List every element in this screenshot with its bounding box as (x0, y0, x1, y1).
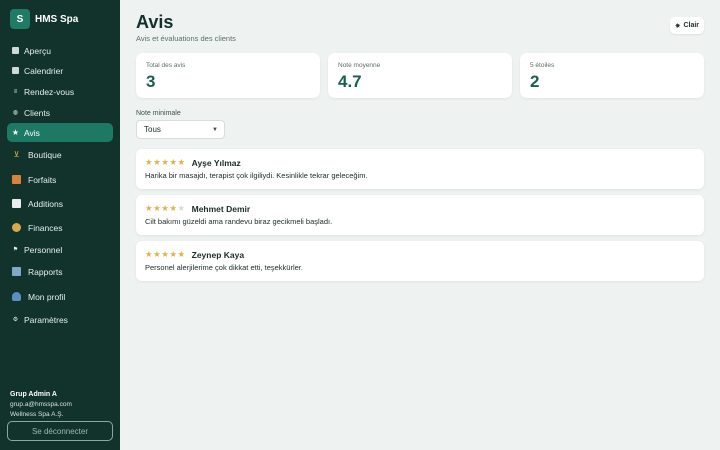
user-info: Grup Admin A grup.a@hmsspa.com Wellness … (10, 390, 72, 419)
sidebar-item-calendrier[interactable]: Calendrier (7, 61, 113, 80)
sidebar-item-label: Mon profil (28, 291, 66, 302)
min-rating-value: Tous (144, 125, 161, 134)
sidebar-item-avis[interactable]: ★ Avis (7, 123, 113, 142)
stat-value: 4.7 (338, 72, 362, 91)
review-author: Mehmet Demir (191, 203, 251, 214)
sidebar-item-additions[interactable]: Additions (7, 194, 113, 213)
review-text: Harika bir masajdı, terapist çok ilgiliy… (145, 171, 368, 180)
appointments-icon: ≡ (13, 88, 18, 95)
star-filled-icon: ★ (169, 249, 178, 259)
sidebar-item-label: Rapports (28, 266, 63, 277)
review-card: ★★★★★ Zeynep Kaya Personel alerjilerime … (136, 241, 704, 281)
sidebar-item-apercu[interactable]: Aperçu (7, 41, 113, 60)
user-email: grup.a@hmsspa.com (10, 401, 72, 409)
sidebar-item-parametres[interactable]: ⚙ Paramètres (7, 310, 113, 329)
sidebar-item-clients[interactable]: ◍ Clients (7, 103, 113, 122)
cart-icon: ⊻ (13, 149, 20, 159)
clients-icon: ◍ (12, 109, 19, 116)
sidebar-item-label: Rendez-vous (24, 86, 75, 97)
sidebar-item-personnel[interactable]: ⚑ Personnel (7, 240, 113, 259)
stat-label: 5 étoiles (530, 62, 555, 69)
stat-card-five-stars: 5 étoiles 2 (520, 53, 704, 98)
sidebar-item-label: Personnel (24, 244, 63, 255)
overview-icon (12, 47, 19, 54)
package-icon (12, 175, 21, 184)
theme-label: Clair (683, 22, 699, 29)
sidebar-item-finances[interactable]: Finances (7, 218, 113, 237)
review-card: ★★★★★ Mehmet Demir Cilt bakımı güzeldi a… (136, 195, 704, 235)
stat-value: 3 (146, 72, 156, 91)
sidebar-item-label: Boutique (28, 149, 62, 160)
review-text: Cilt bakımı güzeldi ama randevu biraz ge… (145, 217, 333, 226)
brand-logo: S (10, 9, 30, 29)
calendar-icon (12, 67, 19, 74)
brand-name: HMS Spa (35, 13, 79, 25)
sidebar-item-label: Finances (28, 222, 63, 233)
sidebar-item-rendez-vous[interactable]: ≡ Rendez-vous (7, 82, 113, 101)
sidebar-item-label: Additions (28, 198, 63, 209)
min-rating-select[interactable]: Tous ▼ (136, 120, 225, 139)
review-card: ★★★★★ Ayşe Yılmaz Harika bir masajdı, te… (136, 149, 704, 189)
sidebar-item-mon-profil[interactable]: Mon profil (7, 287, 113, 306)
gear-icon: ⚙ (12, 316, 19, 323)
sidebar-item-forfaits[interactable]: Forfaits (7, 170, 113, 189)
main-content: Avis Avis et évaluations des clients ✷ C… (120, 0, 720, 450)
star-filled-icon: ★ (145, 203, 154, 213)
min-rating-label: Note minimale (136, 110, 181, 117)
page-subtitle: Avis et évaluations des clients (136, 34, 236, 43)
review-author: Ayşe Yılmaz (191, 157, 241, 168)
stat-card-average-rating: Note moyenne 4.7 (328, 53, 512, 98)
star-filled-icon: ★ (145, 157, 154, 167)
sidebar-item-label: Clients (24, 107, 50, 118)
sidebar: S HMS Spa Aperçu Calendrier ≡ Rendez-vou… (0, 0, 120, 450)
user-icon (12, 292, 21, 301)
rating-stars: ★★★★★ (145, 203, 186, 214)
star-filled-icon: ★ (177, 157, 186, 167)
star-filled-icon: ★ (169, 203, 178, 213)
review-text: Personel alerjilerime çok dikkat etti, t… (145, 263, 303, 272)
brand[interactable]: S HMS Spa (10, 9, 78, 29)
sidebar-item-rapports[interactable]: Rapports (7, 262, 113, 281)
star-filled-icon: ★ (177, 249, 186, 259)
sun-icon: ✷ (674, 22, 681, 30)
money-bag-icon (12, 223, 21, 232)
user-name: Grup Admin A (10, 391, 57, 398)
sidebar-item-label: Aperçu (24, 45, 51, 56)
page-title: Avis (136, 12, 174, 32)
rating-stars: ★★★★★ (145, 157, 186, 168)
theme-toggle-button[interactable]: ✷ Clair (670, 17, 704, 34)
stat-value: 2 (530, 72, 540, 91)
stat-card-total-reviews: Total des avis 3 (136, 53, 320, 98)
stat-label: Total des avis (146, 62, 186, 69)
star-empty-icon: ★ (177, 203, 186, 213)
sidebar-item-label: Avis (24, 127, 40, 138)
chart-icon (12, 267, 21, 276)
receipt-icon (12, 199, 21, 208)
star-filled-icon: ★ (145, 249, 154, 259)
sidebar-item-label: Paramètres (24, 314, 68, 325)
review-author: Zeynep Kaya (191, 249, 245, 260)
star-filled-icon: ★ (169, 157, 178, 167)
logout-button[interactable]: Se déconnecter (7, 421, 113, 441)
chevron-down-icon: ▼ (212, 126, 218, 133)
sidebar-item-label: Calendrier (24, 65, 64, 76)
user-company: Wellness Spa A.Ş. (10, 410, 64, 418)
sidebar-item-label: Forfaits (28, 174, 57, 185)
sidebar-item-boutique[interactable]: ⊻ Boutique (7, 145, 113, 164)
star-icon: ★ (11, 127, 20, 137)
flag-icon: ⚑ (12, 246, 19, 253)
rating-stars: ★★★★★ (145, 249, 186, 260)
stat-label: Note moyenne (338, 62, 381, 69)
